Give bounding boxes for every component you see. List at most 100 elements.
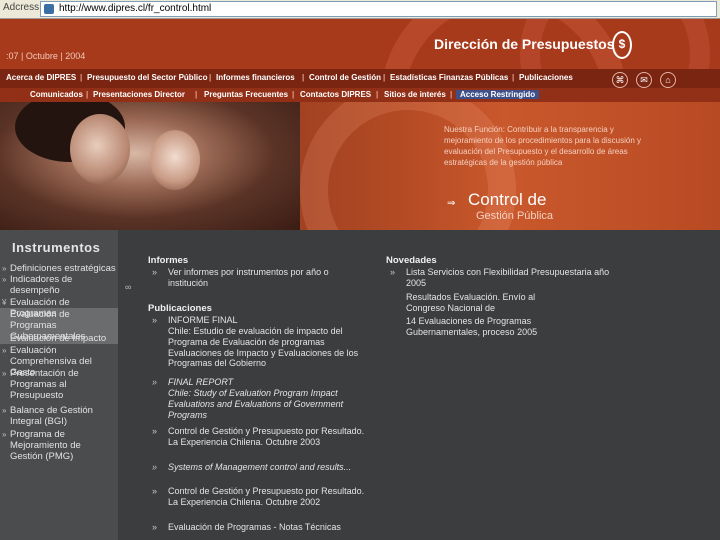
sidebar-item-label: Presentación de Programas al Presupuesto <box>10 368 79 401</box>
bullet-icon: » <box>152 462 158 472</box>
nav-separator: | <box>292 90 295 99</box>
bullet-icon: » <box>2 406 7 415</box>
informes-item[interactable]: » Ver informes por instrumentos por año o… <box>152 267 368 289</box>
url-input[interactable]: http://www.dipres.cl/fr_control.html <box>40 1 717 17</box>
nav-separator: | <box>376 90 379 99</box>
bullet-icon: » <box>2 430 7 439</box>
item-text: Chile: Estudio de evaluación de impacto … <box>168 326 359 369</box>
sidebar-title: Instrumentos <box>12 240 101 255</box>
site-header: :07 | Octubre | 2004 Dirección de Presup… <box>0 19 720 69</box>
nav-estadisticas[interactable]: Estadísticas Finanzas Públicas <box>390 73 508 82</box>
address-bar: Adcress http://www.dipres.cl/fr_control.… <box>0 0 720 19</box>
novedades-heading: Novedades <box>386 255 437 266</box>
bullet-icon: » <box>2 264 7 273</box>
sidebar-item-definiciones[interactable]: » Definiciones estratégicas <box>2 263 116 274</box>
item-text: Lista Servicios con Flexibilidad Presupu… <box>406 267 610 288</box>
novedad-item[interactable]: 14 Evaluaciones de Programas Gubernament… <box>406 316 566 338</box>
publicacion-item[interactable]: » INFORME FINAL <box>152 315 368 326</box>
photo-face-mother <box>70 114 130 184</box>
nav-separator: | <box>383 73 386 82</box>
address-label: Adcress <box>3 2 40 13</box>
mail-icon[interactable]: ✉ <box>636 72 652 88</box>
sitemap-icon[interactable]: ⌘ <box>612 72 628 88</box>
header-date: :07 | Octubre | 2004 <box>6 51 86 61</box>
dollar-seal-icon: $ <box>612 31 632 59</box>
nav-informes[interactable]: Informes financieros <box>216 73 295 82</box>
sidebar-item-impacto[interactable]: Evaluación de Impacto <box>10 333 116 344</box>
page-icon <box>44 4 54 14</box>
bullet-icon: » <box>2 346 7 355</box>
bullet-icon: » <box>152 377 158 387</box>
bullet-icon: » <box>152 315 158 325</box>
publicacion-item[interactable]: » FINAL REPORT <box>152 377 368 388</box>
scroll-marker-icon: ∞ <box>125 282 132 292</box>
mission-statement: Nuestra Función: Contribuir a la transpa… <box>444 125 641 167</box>
family-photo <box>0 102 300 230</box>
nav-contactos[interactable]: Contactos DIPRES <box>300 90 371 99</box>
bullet-icon: » <box>152 426 158 436</box>
informes-heading: Informes <box>148 255 189 266</box>
sidebar-item-label: Definiciones estratégicas <box>10 263 116 274</box>
sidebar-item-pmg[interactable]: » Programa de Mejoramiento de Gestión (PM… <box>2 429 100 462</box>
section-title: Control de <box>468 190 547 209</box>
publicaciones-heading: Publicaciones <box>148 303 212 314</box>
publicacion-item[interactable]: » Control de Gestión y Presupuesto por Re… <box>152 486 368 508</box>
nav-presentaciones[interactable]: Presentaciones Director <box>93 90 185 99</box>
nav-acerca[interactable]: Acerca de DIPRES <box>6 73 76 82</box>
nav-control[interactable]: Control de Gestión <box>309 73 381 82</box>
sidebar-item-label: Evaluación de Impacto <box>10 333 107 344</box>
nav-separator: | <box>195 90 198 99</box>
item-text: Control de Gestión y Presupuesto por Res… <box>168 486 365 507</box>
publicacion-item[interactable]: Chile: Estudio de evaluación de impacto … <box>168 326 368 369</box>
instruments-sidebar: Instrumentos » Definiciones estratégicas … <box>0 230 118 540</box>
item-text: INFORME FINAL <box>168 315 238 325</box>
nav-separator: | <box>80 73 83 82</box>
arrow-right-icon: ⇒ <box>447 198 456 209</box>
item-text: Chile: Study of Evaluation Program Impac… <box>168 388 344 420</box>
publicacion-item[interactable]: Chile: Study of Evaluation Program Impac… <box>168 388 368 420</box>
hero-banner: Nuestra Función: Contribuir a la transpa… <box>0 102 720 230</box>
nav-sitios[interactable]: Sitios de interés <box>384 90 446 99</box>
nav-separator: | <box>209 73 212 82</box>
sidebar-item-bgi[interactable]: » Balance de Gestión Integral (BGI) <box>2 405 100 427</box>
secondary-nav: Comunicados | Presentaciones Director | … <box>0 88 720 102</box>
bullet-icon: » <box>152 522 158 532</box>
bullet-icon: » <box>390 267 396 277</box>
sidebar-item-label: Indicadores de desempeño <box>10 274 73 296</box>
bullet-icon: » <box>152 267 158 277</box>
item-text: FINAL REPORT <box>168 377 234 387</box>
nav-separator: | <box>512 73 515 82</box>
site-brand[interactable]: Dirección de Presupuestos <box>434 36 615 52</box>
nav-acceso-restringido[interactable]: Acceso Restringido <box>456 90 540 99</box>
nav-separator: | <box>450 90 453 99</box>
sidebar-item-indicadores[interactable]: » Indicadores de desempeño <box>2 274 100 296</box>
photo-face-child <box>150 130 200 190</box>
item-text: 14 Evaluaciones de Programas Gubernament… <box>406 316 538 337</box>
nav-publicaciones[interactable]: Publicaciones <box>519 73 573 82</box>
novedad-item[interactable]: Resultados Evaluación. Envío al Congreso… <box>406 292 566 314</box>
nav-preguntas[interactable]: Preguntas Frecuentes <box>204 90 288 99</box>
nav-separator: | <box>302 73 305 82</box>
sidebar-item-label: Balance de Gestión Integral (BGI) <box>10 405 93 427</box>
sidebar-item-presentacion[interactable]: » Presentación de Programas al Presupuest… <box>2 368 90 401</box>
item-text: Systems of Management control and result… <box>168 462 352 472</box>
bullet-icon: » <box>2 369 7 378</box>
nav-separator: | <box>86 90 89 99</box>
novedad-item[interactable]: » Lista Servicios con Flexibilidad Presup… <box>390 267 616 289</box>
url-text: http://www.dipres.cl/fr_control.html <box>59 3 212 14</box>
bullet-icon: » <box>2 275 7 284</box>
nav-comunicados[interactable]: Comunicados <box>30 90 83 99</box>
sidebar-item-label: Programa de Mejoramiento de Gestión (PMG… <box>10 429 81 462</box>
nav-presupuesto[interactable]: Presupuesto del Sector Público <box>87 73 207 82</box>
publicacion-item[interactable]: » Systems of Management control and resul… <box>152 462 368 473</box>
item-text: Control de Gestión y Presupuesto por Res… <box>168 426 365 447</box>
item-text: Evaluación de Programas - Notas Técnicas <box>168 522 341 532</box>
bullet-icon: » <box>152 486 158 496</box>
expand-icon: ¥ <box>2 298 7 307</box>
item-text: Resultados Evaluación. Envío al Congreso… <box>406 292 536 313</box>
publicacion-item[interactable]: » Control de Gestión y Presupuesto por Re… <box>152 426 368 448</box>
item-text: Ver informes por instrumentos por año o … <box>168 267 329 288</box>
section-subtitle: Gestión Pública <box>476 210 554 222</box>
publicacion-item[interactable]: » Evaluación de Programas - Notas Técnica… <box>152 522 368 533</box>
home-icon[interactable]: ⌂ <box>660 72 676 88</box>
